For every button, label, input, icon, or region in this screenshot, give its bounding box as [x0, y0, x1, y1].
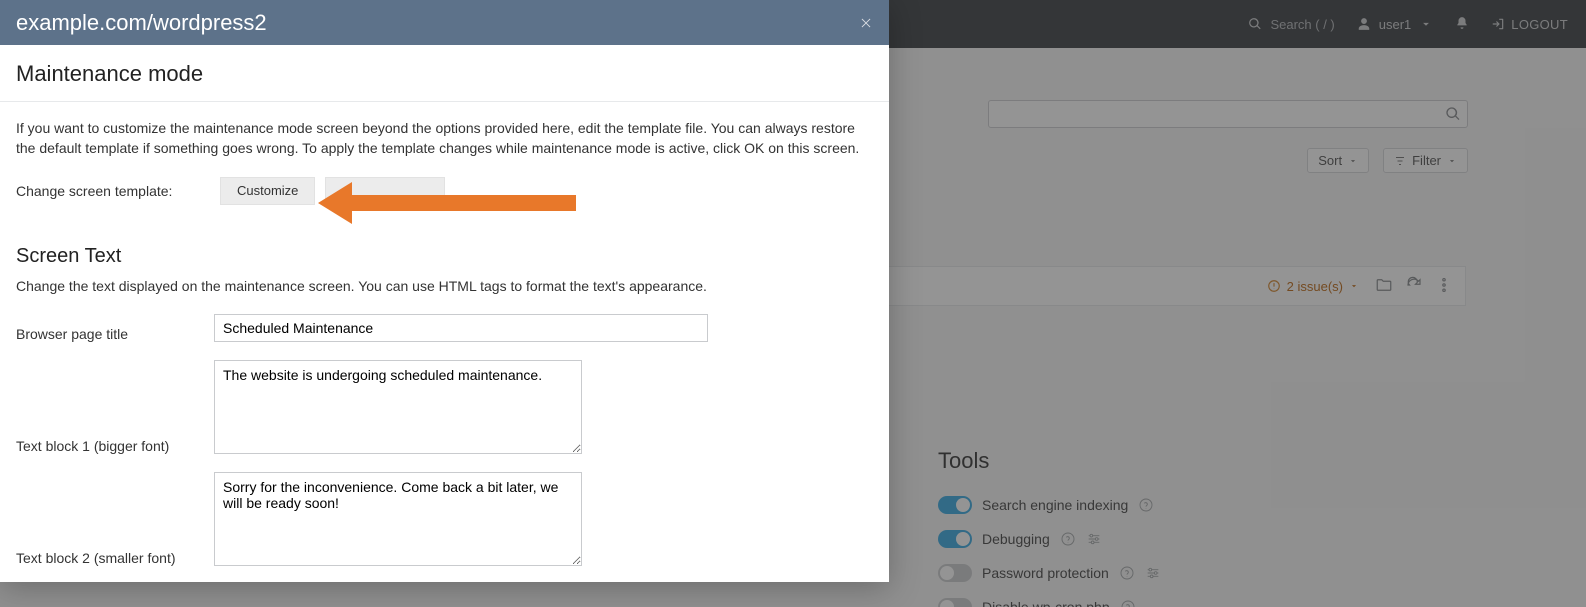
page-title-input[interactable]: [214, 314, 708, 342]
text-block-1-input[interactable]: [214, 360, 582, 454]
intro-text: If you want to customize the maintenance…: [16, 118, 866, 159]
change-template-label: Change screen template:: [16, 183, 220, 199]
screen-text-sub: Change the text displayed on the mainten…: [16, 276, 866, 296]
page-title-label: Browser page title: [16, 320, 214, 342]
close-button[interactable]: [859, 10, 873, 36]
screen-text-heading: Screen Text: [16, 245, 873, 268]
text-block-2-input[interactable]: [214, 472, 582, 566]
dialog-heading: Maintenance mode: [16, 61, 873, 87]
restore-button[interactable]: [325, 177, 445, 205]
text-block-2-label: Text block 2 (smaller font): [16, 544, 214, 566]
dialog-site-title: example.com/wordpress2: [16, 10, 267, 36]
maintenance-mode-dialog: example.com/wordpress2 Maintenance mode …: [0, 0, 889, 582]
text-block-1-label: Text block 1 (bigger font): [16, 432, 214, 454]
close-icon: [859, 16, 873, 30]
dialog-titlebar: example.com/wordpress2: [0, 0, 889, 45]
customize-button[interactable]: Customize: [220, 177, 315, 205]
